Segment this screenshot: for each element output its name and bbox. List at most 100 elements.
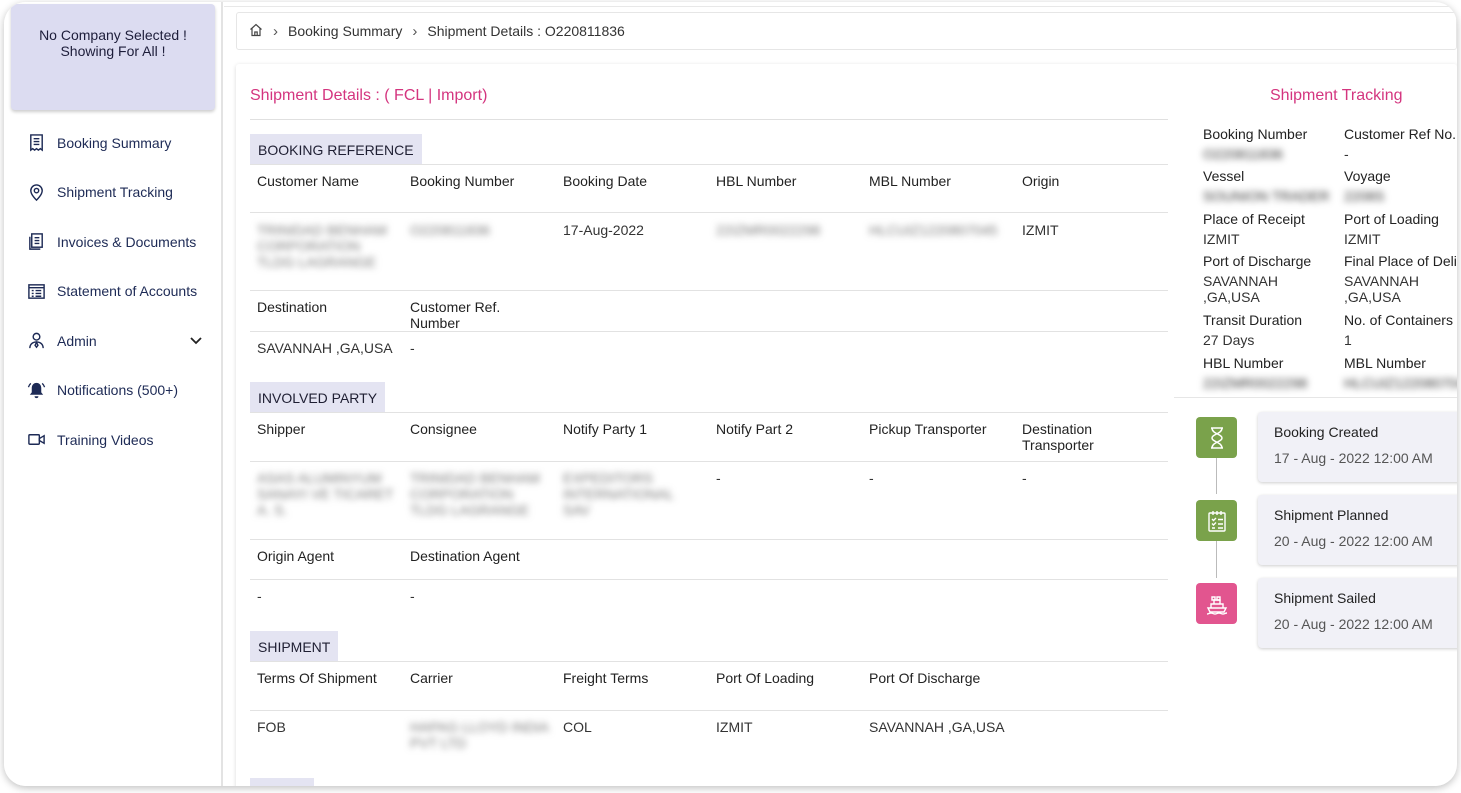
chevron-right-icon: › bbox=[412, 22, 418, 40]
divider bbox=[250, 661, 1168, 662]
tracking-label-transit-duration: Transit Duration bbox=[1203, 312, 1303, 328]
top-strip bbox=[224, 2, 1457, 7]
sidebar-item-admin[interactable]: Admin bbox=[4, 316, 223, 366]
value-destination-agent: - bbox=[410, 588, 415, 604]
sidebar: No Company Selected ! Showing For All ! … bbox=[4, 2, 223, 786]
page-title: Shipment Details : ( FCL | Import) bbox=[250, 87, 488, 104]
value-shipper: ASAS ALUMINYUM SANAYI VE TICARET A. S. bbox=[257, 470, 394, 518]
company-notice-line1: No Company Selected ! bbox=[39, 27, 187, 43]
chevron-right-icon: › bbox=[273, 22, 278, 40]
event-title: Booking Created bbox=[1274, 424, 1379, 440]
col-header-pickup-transporter: Pickup Transporter bbox=[869, 421, 987, 437]
divider bbox=[250, 710, 1168, 711]
sidebar-item-statement-of-accounts[interactable]: Statement of Accounts bbox=[4, 267, 223, 317]
sidebar-item-training-videos[interactable]: Training Videos bbox=[4, 415, 223, 465]
divider bbox=[250, 164, 1168, 165]
value-consignee: TRINIDAD BENHAM CORPORATION TLDG LAGRANG… bbox=[410, 470, 540, 518]
sidebar-item-label: Statement of Accounts bbox=[57, 283, 198, 300]
tracking-value-port-of-loading: IZMIT bbox=[1344, 231, 1381, 247]
sidebar-item-notifications[interactable]: Notifications (500+) bbox=[4, 366, 223, 416]
col-header-customer-name: Customer Name bbox=[257, 173, 359, 189]
tracking-label-booking-number: Booking Number bbox=[1203, 126, 1308, 142]
section-heading-involved-party: INVOLVED PARTY bbox=[250, 382, 386, 413]
section-heading-shipment: SHIPMENT bbox=[250, 631, 339, 662]
statement-icon bbox=[26, 281, 46, 301]
tracking-label-customer-ref: Customer Ref No. bbox=[1344, 126, 1457, 142]
sidebar-item-label: Invoices & Documents bbox=[57, 233, 197, 250]
checklist-icon bbox=[1196, 500, 1237, 541]
admin-user-icon bbox=[26, 331, 46, 351]
tracking-label-port-of-discharge: Port of Discharge bbox=[1203, 253, 1312, 269]
breadcrumb: › Booking Summary › Shipment Details : O… bbox=[236, 12, 1457, 50]
tracking-value-voyage: 2208S bbox=[1344, 188, 1385, 204]
sidebar-item-shipment-tracking[interactable]: Shipment Tracking bbox=[4, 168, 223, 218]
sidebar-item-invoices-documents[interactable]: Invoices & Documents bbox=[4, 217, 223, 267]
ship-icon bbox=[1196, 583, 1237, 624]
event-title: Shipment Sailed bbox=[1274, 590, 1376, 606]
section-heading-booking-reference: BOOKING REFERENCE bbox=[250, 134, 422, 165]
col-header-consignee: Consignee bbox=[410, 421, 477, 437]
col-header-notify-party-1: Notify Party 1 bbox=[563, 421, 648, 437]
col-header-origin-agent: Origin Agent bbox=[257, 548, 335, 564]
value-customer-name: TRINIDAD BENHAM CORPORATION TLDG LAGRANG… bbox=[257, 222, 387, 270]
timeline-connector bbox=[1216, 541, 1217, 578]
col-header-customer-ref-number: Customer Ref. Number bbox=[410, 299, 501, 331]
divider bbox=[250, 412, 1168, 413]
timeline-event-shipment-sailed: Shipment Sailed 20 - Aug - 2022 12:00 AM bbox=[1258, 578, 1457, 648]
tracking-value-vessel: SOUNION TRADER bbox=[1203, 188, 1330, 204]
company-notice-line2: Showing For All ! bbox=[60, 43, 166, 59]
tracking-value-no-of-containers: 1 bbox=[1344, 332, 1352, 348]
tracking-label-no-of-containers: No. of Containers bbox=[1344, 312, 1453, 328]
sidebar-item-label: Notifications (500+) bbox=[57, 382, 179, 399]
sidebar-item-label: Training Videos bbox=[57, 431, 154, 448]
tracking-value-customer-ref: - bbox=[1344, 146, 1349, 162]
value-notify-party-2: - bbox=[716, 470, 721, 486]
col-header-origin: Origin bbox=[1022, 173, 1060, 189]
value-destination: SAVANNAH ,GA,USA bbox=[257, 340, 393, 356]
event-date: 20 - Aug - 2022 12:00 AM bbox=[1274, 533, 1433, 549]
value-freight-terms: COL bbox=[563, 719, 592, 735]
divider bbox=[250, 579, 1168, 580]
app-window: No Company Selected ! Showing For All ! … bbox=[4, 2, 1457, 786]
divider bbox=[1174, 397, 1457, 398]
value-pickup-transporter: - bbox=[869, 470, 874, 486]
col-header-destination-agent: Destination Agent bbox=[410, 548, 520, 564]
breadcrumb-booking-summary[interactable]: Booking Summary bbox=[288, 23, 402, 39]
breadcrumb-current: Shipment Details : O220811836 bbox=[427, 23, 625, 39]
home-icon[interactable] bbox=[249, 23, 263, 40]
sidebar-item-label: Admin bbox=[57, 332, 97, 349]
chevron-down-icon[interactable] bbox=[189, 333, 203, 349]
col-header-carrier: Carrier bbox=[410, 670, 453, 686]
divider bbox=[250, 212, 1168, 213]
timeline-event-booking-created: Booking Created 17 - Aug - 2022 12:00 AM bbox=[1258, 412, 1457, 482]
col-header-mbl-number: MBL Number bbox=[869, 173, 951, 189]
sidebar-item-label: Booking Summary bbox=[57, 134, 172, 151]
value-origin: IZMIT bbox=[1022, 222, 1059, 238]
tracking-label-port-of-loading: Port of Loading bbox=[1344, 211, 1439, 227]
event-date: 20 - Aug - 2022 12:00 AM bbox=[1274, 616, 1433, 632]
bell-icon bbox=[26, 380, 46, 400]
sidebar-item-booking-summary[interactable]: Booking Summary bbox=[4, 118, 223, 168]
tracking-value-transit-duration: 27 Days bbox=[1203, 332, 1255, 348]
hourglass-icon bbox=[1196, 417, 1237, 458]
value-terms-of-shipment: FOB bbox=[257, 719, 286, 735]
timeline-event-shipment-planned: Shipment Planned 20 - Aug - 2022 12:00 A… bbox=[1258, 495, 1457, 565]
tracking-label-hbl-number: HBL Number bbox=[1203, 355, 1284, 371]
document-icon bbox=[26, 232, 46, 252]
value-port-of-discharge: SAVANNAH ,GA,USA bbox=[869, 719, 1005, 735]
col-header-freight-terms: Freight Terms bbox=[563, 670, 649, 686]
tracking-label-place-of-receipt: Place of Receipt bbox=[1203, 211, 1305, 227]
company-selector[interactable]: No Company Selected ! Showing For All ! bbox=[11, 4, 215, 110]
value-destination-transporter: - bbox=[1022, 470, 1027, 486]
tracking-label-mbl-number: MBL Number bbox=[1344, 355, 1426, 371]
tracking-value-booking-number: O220811836 bbox=[1203, 146, 1283, 162]
col-header-booking-date: Booking Date bbox=[563, 173, 648, 189]
col-header-port-of-discharge: Port Of Discharge bbox=[869, 670, 981, 686]
receipt-icon bbox=[26, 133, 46, 153]
value-mbl-number: HLCUIZ1220807045 bbox=[869, 222, 998, 238]
tracking-label-vessel: Vessel bbox=[1203, 168, 1245, 184]
col-header-terms-of-shipment: Terms Of Shipment bbox=[257, 670, 377, 686]
tracking-label-final-place-of-delivery: Final Place of Deli bbox=[1344, 253, 1457, 269]
event-title: Shipment Planned bbox=[1274, 507, 1389, 523]
tracking-value-hbl-number: 22IZMR0022298 bbox=[1203, 375, 1308, 391]
